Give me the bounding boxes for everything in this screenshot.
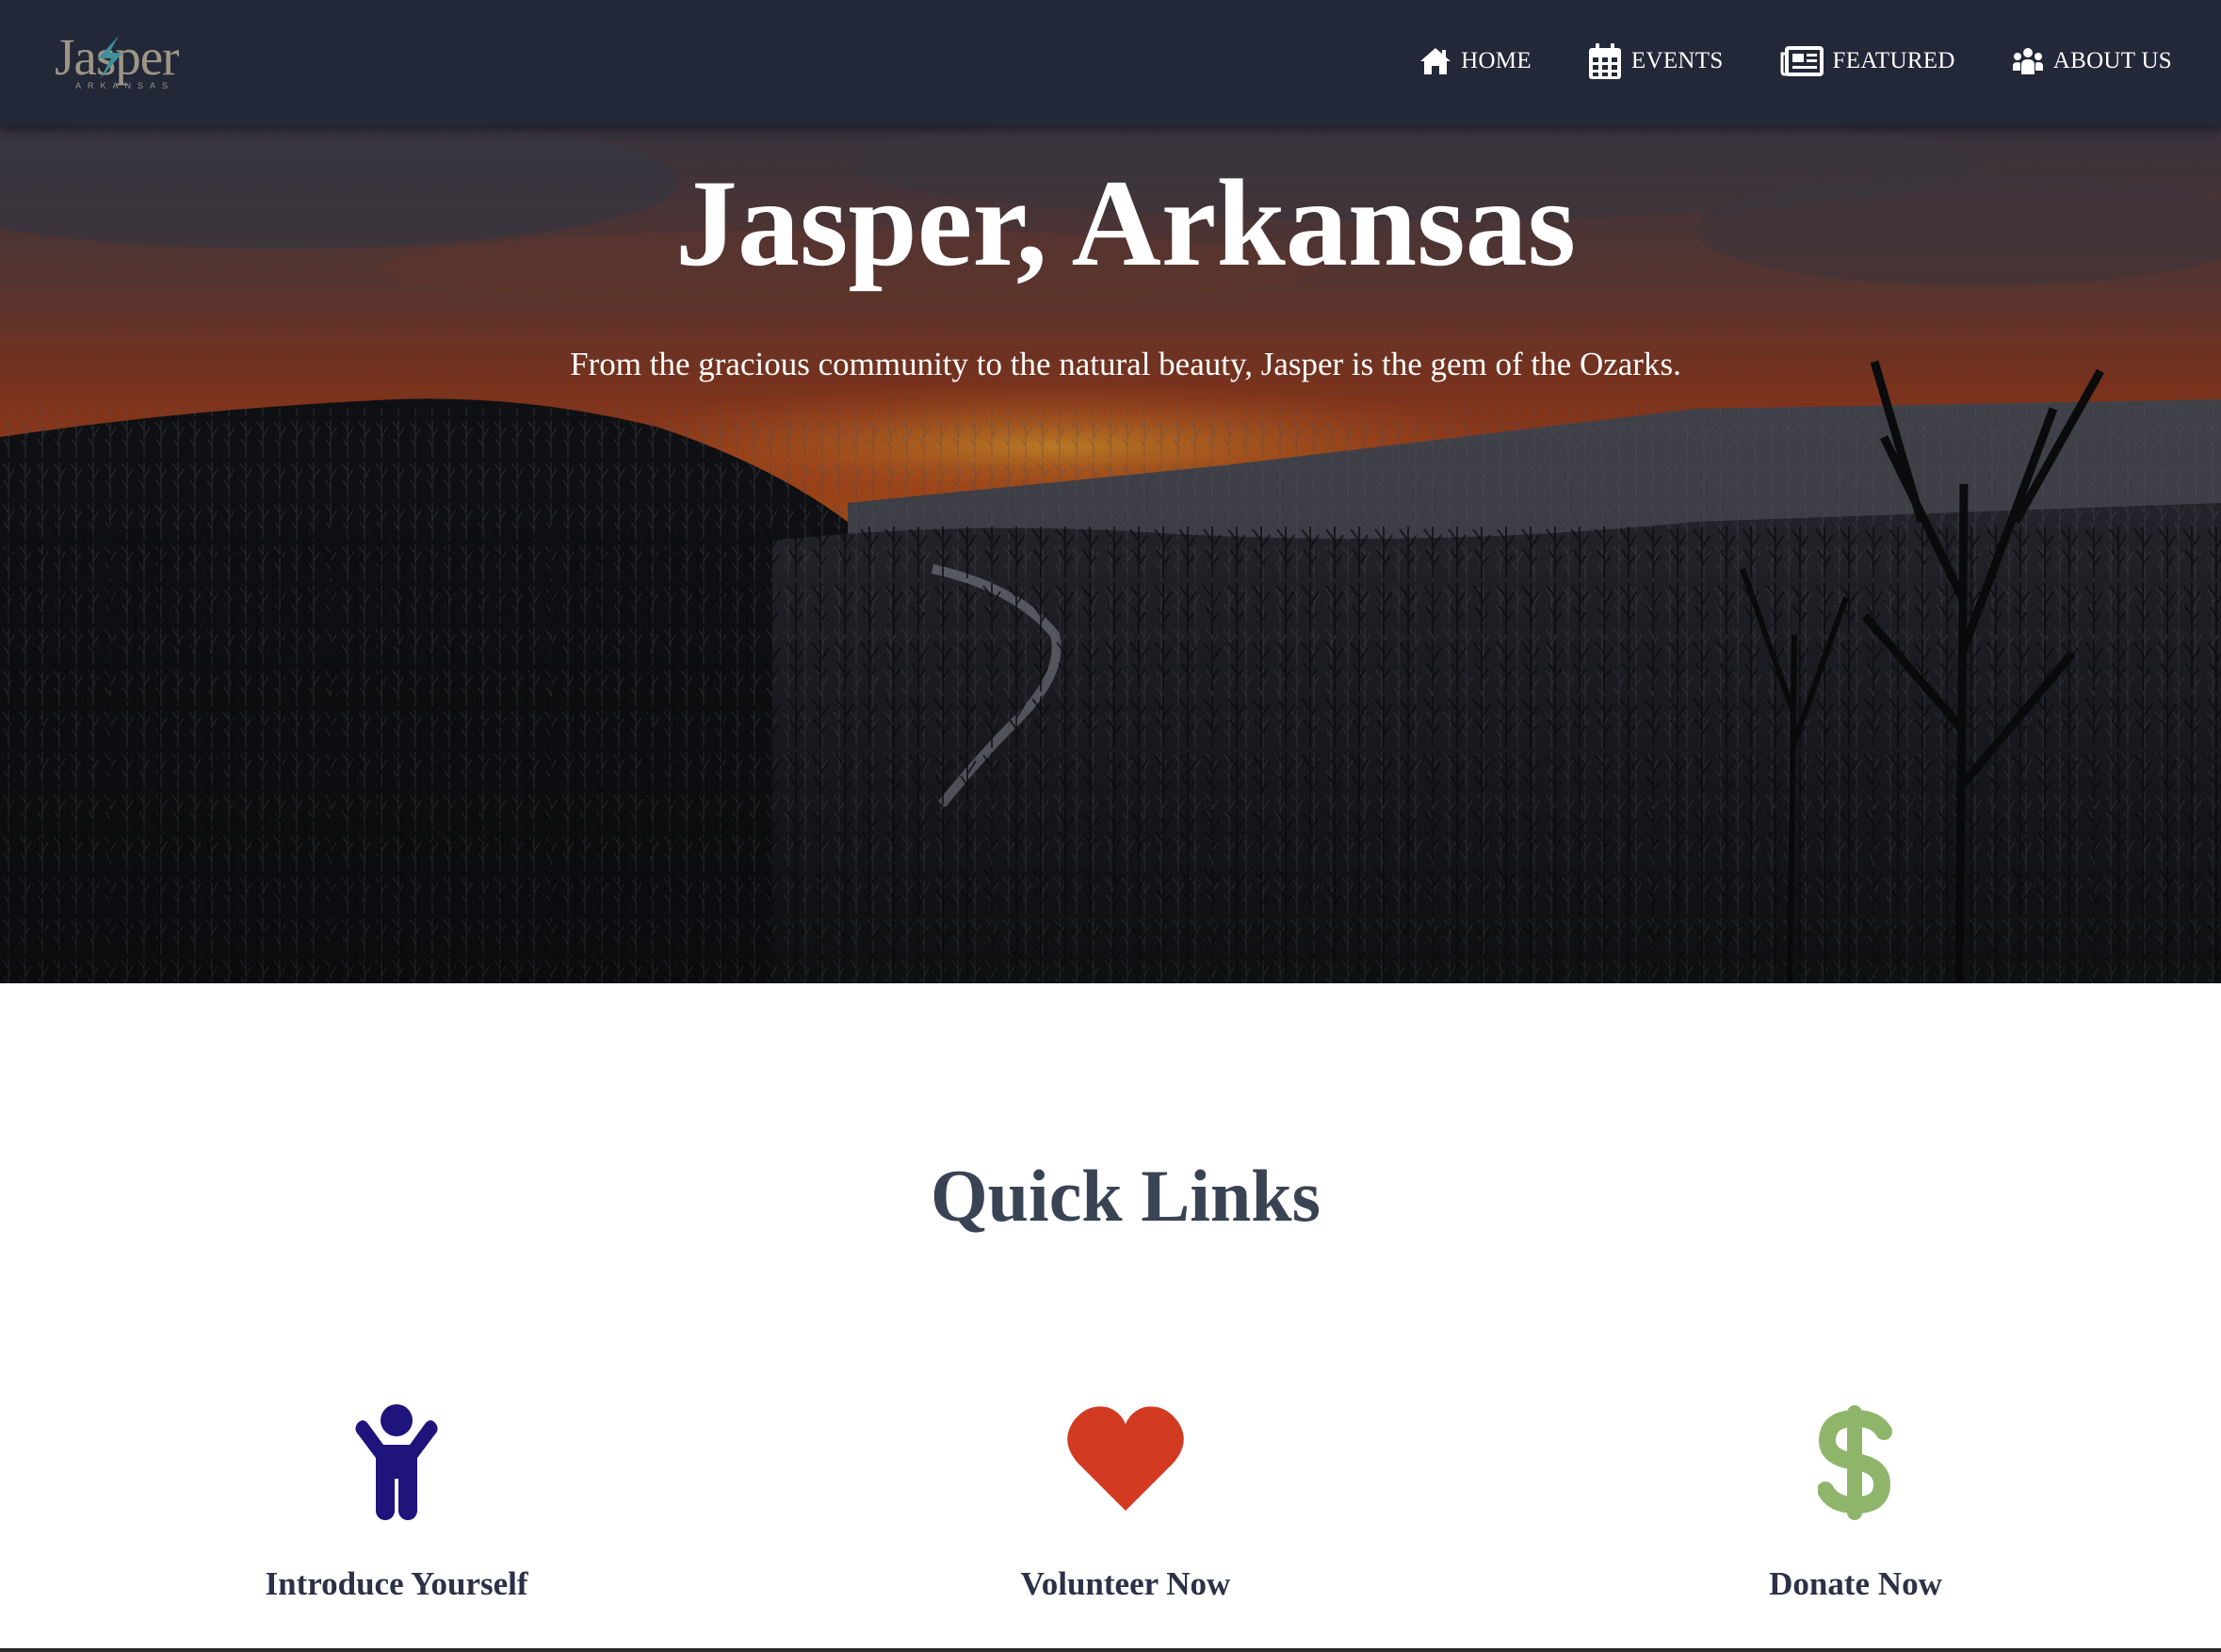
home-icon [1420,48,1451,74]
quick-link-label: Donate Now [1769,1565,1942,1602]
quick-link-label: Volunteer Now [1020,1565,1231,1602]
heart-icon [1067,1406,1184,1511]
bottom-divider [0,1648,2221,1652]
quick-link-donate-now[interactable]: Donate Now [1620,1403,2091,1605]
users-icon [2012,48,2043,74]
lightning-bolt-icon [98,36,122,79]
quick-links-heading: Quick Links [930,1155,1321,1237]
quick-link-volunteer-now[interactable]: Volunteer Now [890,1403,1361,1605]
calendar-icon [1588,43,1621,79]
nav-events[interactable]: EVENTS [1588,42,1724,80]
quick-link-label: Introduce Yourself [265,1565,528,1602]
nav-featured[interactable]: FEATURED [1780,46,1955,76]
dollar-icon [1818,1405,1892,1520]
hero-banner: Jasper, Arkansas From the gracious commu… [0,126,2221,983]
site-logo[interactable]: Jasper ARKANSAS [55,26,196,96]
nav-about-us-label: ABOUT US [2052,48,2172,73]
nav-events-label: EVENTS [1630,48,1724,73]
person-arms-up-icon [355,1404,438,1520]
newspaper-icon [1780,46,1824,76]
main-nav: HOME EVENTS FEATURED ABOUT US [1363,38,2172,85]
hero-title: Jasper, Arkansas [674,154,1577,292]
nav-about-us[interactable]: ABOUT US [2012,46,2172,76]
hero-subtitle: From the gracious community to the natur… [570,346,1681,382]
logo-subtitle: ARKANSAS [75,81,175,90]
nav-home-label: HOME [1461,48,1532,73]
quick-link-introduce-yourself[interactable]: Introduce Yourself [161,1403,632,1605]
nav-home[interactable]: HOME [1419,46,1532,76]
nav-featured-label: FEATURED [1832,48,1955,73]
top-navbar: Jasper ARKANSAS HOME [0,0,2221,126]
